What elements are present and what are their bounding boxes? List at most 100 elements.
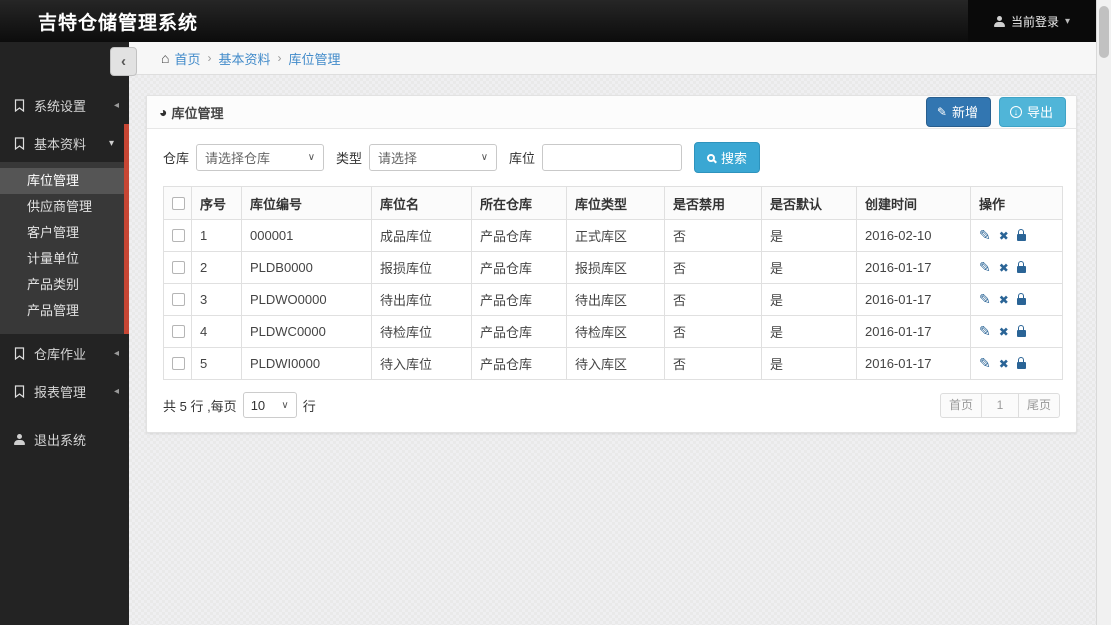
app-header: 吉特仓储管理系统 当前登录 ▾ [0,0,1096,42]
warehouse-select[interactable]: 请选择仓库 ∨ [196,144,325,171]
cell-created: 2016-01-17 [856,251,971,284]
export-button[interactable]: ↓ 导出 [998,97,1066,127]
warehouse-filter-label: 仓库 [163,151,190,166]
bookmark-icon [14,98,25,112]
chevron-left-icon: ◂ [113,99,119,111]
vertical-scrollbar[interactable] [1096,0,1111,625]
delete-icon[interactable]: ✖ [999,293,1009,307]
cell-seq: 2 [191,251,242,284]
pagination-first[interactable]: 首页 [939,392,982,418]
lock-icon[interactable] [1016,229,1026,241]
content-area: ◕ 库位管理 ✎ 新增 ↓ 导出 仓库 请选择仓库 ∨ 类型 请选择 ∨ 库位 … [129,75,1096,625]
sidebar-item-basic-data[interactable]: 基本资料 ▾ [0,124,124,162]
table-row: 2 PLDB0000 报损库位 产品仓库 报损库区 否 是 2016-01-17… [163,251,1063,284]
search-icon [707,153,716,162]
cell-created: 2016-01-17 [856,347,971,380]
sidebar-item-label: 系统设置 [34,98,87,114]
sidebar-item-customer-mgmt[interactable]: 客户管理 [0,220,124,246]
table-row: 1 000001 成品库位 产品仓库 正式库区 否 是 2016-02-10 ✎… [163,219,1063,252]
col-name: 库位名 [371,186,472,220]
sidebar-item-system-settings[interactable]: 系统设置 ◂ [0,86,129,124]
delete-icon[interactable]: ✖ [999,357,1009,371]
lock-icon[interactable] [1016,357,1026,369]
sidebar-collapse-button[interactable]: ‹ [110,47,137,76]
cell-type: 待检库区 [566,315,665,348]
pagination-page-1[interactable]: 1 [980,392,1019,418]
panel-title-text: 库位管理 [171,105,224,121]
edit-icon[interactable]: ✎ [979,355,991,372]
edit-icon[interactable]: ✎ [979,323,991,340]
cell-default: 是 [761,347,857,380]
row-checkbox[interactable] [172,357,185,370]
cell-seq: 4 [191,315,242,348]
cell-name: 待检库位 [371,315,472,348]
cell-name: 待入库位 [371,347,472,380]
edit-icon[interactable]: ✎ [979,227,991,244]
breadcrumb-home[interactable]: 首页 [174,49,200,68]
pagination: 首页 1 尾页 [939,392,1060,418]
row-checkbox[interactable] [172,229,185,242]
cell-warehouse: 产品仓库 [471,283,567,316]
sidebar-item-location-mgmt[interactable]: 库位管理 [0,168,124,194]
col-type: 库位类型 [566,186,665,220]
edit-icon[interactable]: ✎ [979,291,991,308]
page-size-select[interactable]: 10 ∨ [242,392,297,418]
sidebar-item-label: 基本资料 [34,136,87,152]
delete-icon[interactable]: ✖ [999,229,1009,243]
pagination-last[interactable]: 尾页 [1017,392,1060,418]
lock-icon[interactable] [1016,325,1026,337]
delete-icon[interactable]: ✖ [999,325,1009,339]
select-all-cell [163,186,192,220]
chevron-down-icon: ▾ [1064,15,1070,27]
sidebar-group-basic-data: 基本资料 ▾ 库位管理 供应商管理 客户管理 计量单位 产品类别 产品管理 [0,124,129,334]
col-code: 库位编号 [241,186,372,220]
row-checkbox[interactable] [172,293,185,306]
page-size-control: 共 5 行 ,每页 10 ∨ 行 [163,392,316,418]
select-all-checkbox[interactable] [172,196,185,210]
cell-warehouse: 产品仓库 [471,347,567,380]
sidebar-item-warehouse-ops[interactable]: 仓库作业 ◂ [0,334,129,372]
add-button[interactable]: ✎ 新增 [925,97,991,127]
sidebar-item-report-mgmt[interactable]: 报表管理 ◂ [0,372,129,410]
chevron-left-icon: ◂ [113,347,119,359]
row-count-text: 共 5 行 ,每页 [163,398,237,414]
cell-type: 报损库区 [566,251,665,284]
cell-disabled: 否 [664,283,762,316]
cell-code: PLDB0000 [241,251,372,284]
breadcrumb-location-mgmt[interactable]: 库位管理 [289,49,341,68]
sidebar-submenu: 库位管理 供应商管理 客户管理 计量单位 产品类别 产品管理 [0,162,124,334]
col-created: 创建时间 [856,186,971,220]
sidebar-item-product-category[interactable]: 产品类别 [0,272,124,298]
cell-disabled: 否 [664,251,762,284]
cell-type: 待入库区 [566,347,665,380]
row-checkbox[interactable] [172,325,185,338]
type-select[interactable]: 请选择 ∨ [369,144,498,171]
cell-warehouse: 产品仓库 [471,251,567,284]
locations-table: 序号 库位编号 库位名 所在仓库 库位类型 是否禁用 是否默认 创建时间 操作 … [163,186,1063,380]
edit-icon[interactable]: ✎ [979,259,991,276]
current-user-menu[interactable]: 当前登录 ▾ [967,0,1096,42]
type-filter-label: 类型 [336,151,363,166]
sidebar-item-logout[interactable]: 退出系统 [0,420,129,458]
lock-icon[interactable] [1016,261,1026,273]
breadcrumb-basic-data[interactable]: 基本资料 [218,49,270,68]
cell-disabled: 否 [664,315,762,348]
sidebar-item-unit-mgmt[interactable]: 计量单位 [0,246,124,272]
breadcrumb: ⌂ 首页 › 基本资料 › 库位管理 [129,42,1096,75]
page-size-value: 10 [250,397,266,413]
table-header-row: 序号 库位编号 库位名 所在仓库 库位类型 是否禁用 是否默认 创建时间 操作 [163,186,1063,220]
cell-seq: 3 [191,283,242,316]
search-button[interactable]: 搜索 [694,142,761,173]
pencil-icon: ✎ [936,104,947,119]
sidebar-item-supplier-mgmt[interactable]: 供应商管理 [0,194,124,220]
location-input[interactable] [542,144,683,171]
lock-icon[interactable] [1016,293,1026,305]
sidebar-item-product-mgmt[interactable]: 产品管理 [0,298,124,324]
delete-icon[interactable]: ✖ [999,261,1009,275]
cell-default: 是 [761,315,857,348]
cell-type: 正式库区 [566,219,665,252]
cell-name: 成品库位 [371,219,472,252]
scrollbar-thumb[interactable] [1099,6,1109,58]
row-checkbox[interactable] [172,261,185,274]
breadcrumb-separator: › [277,51,282,65]
